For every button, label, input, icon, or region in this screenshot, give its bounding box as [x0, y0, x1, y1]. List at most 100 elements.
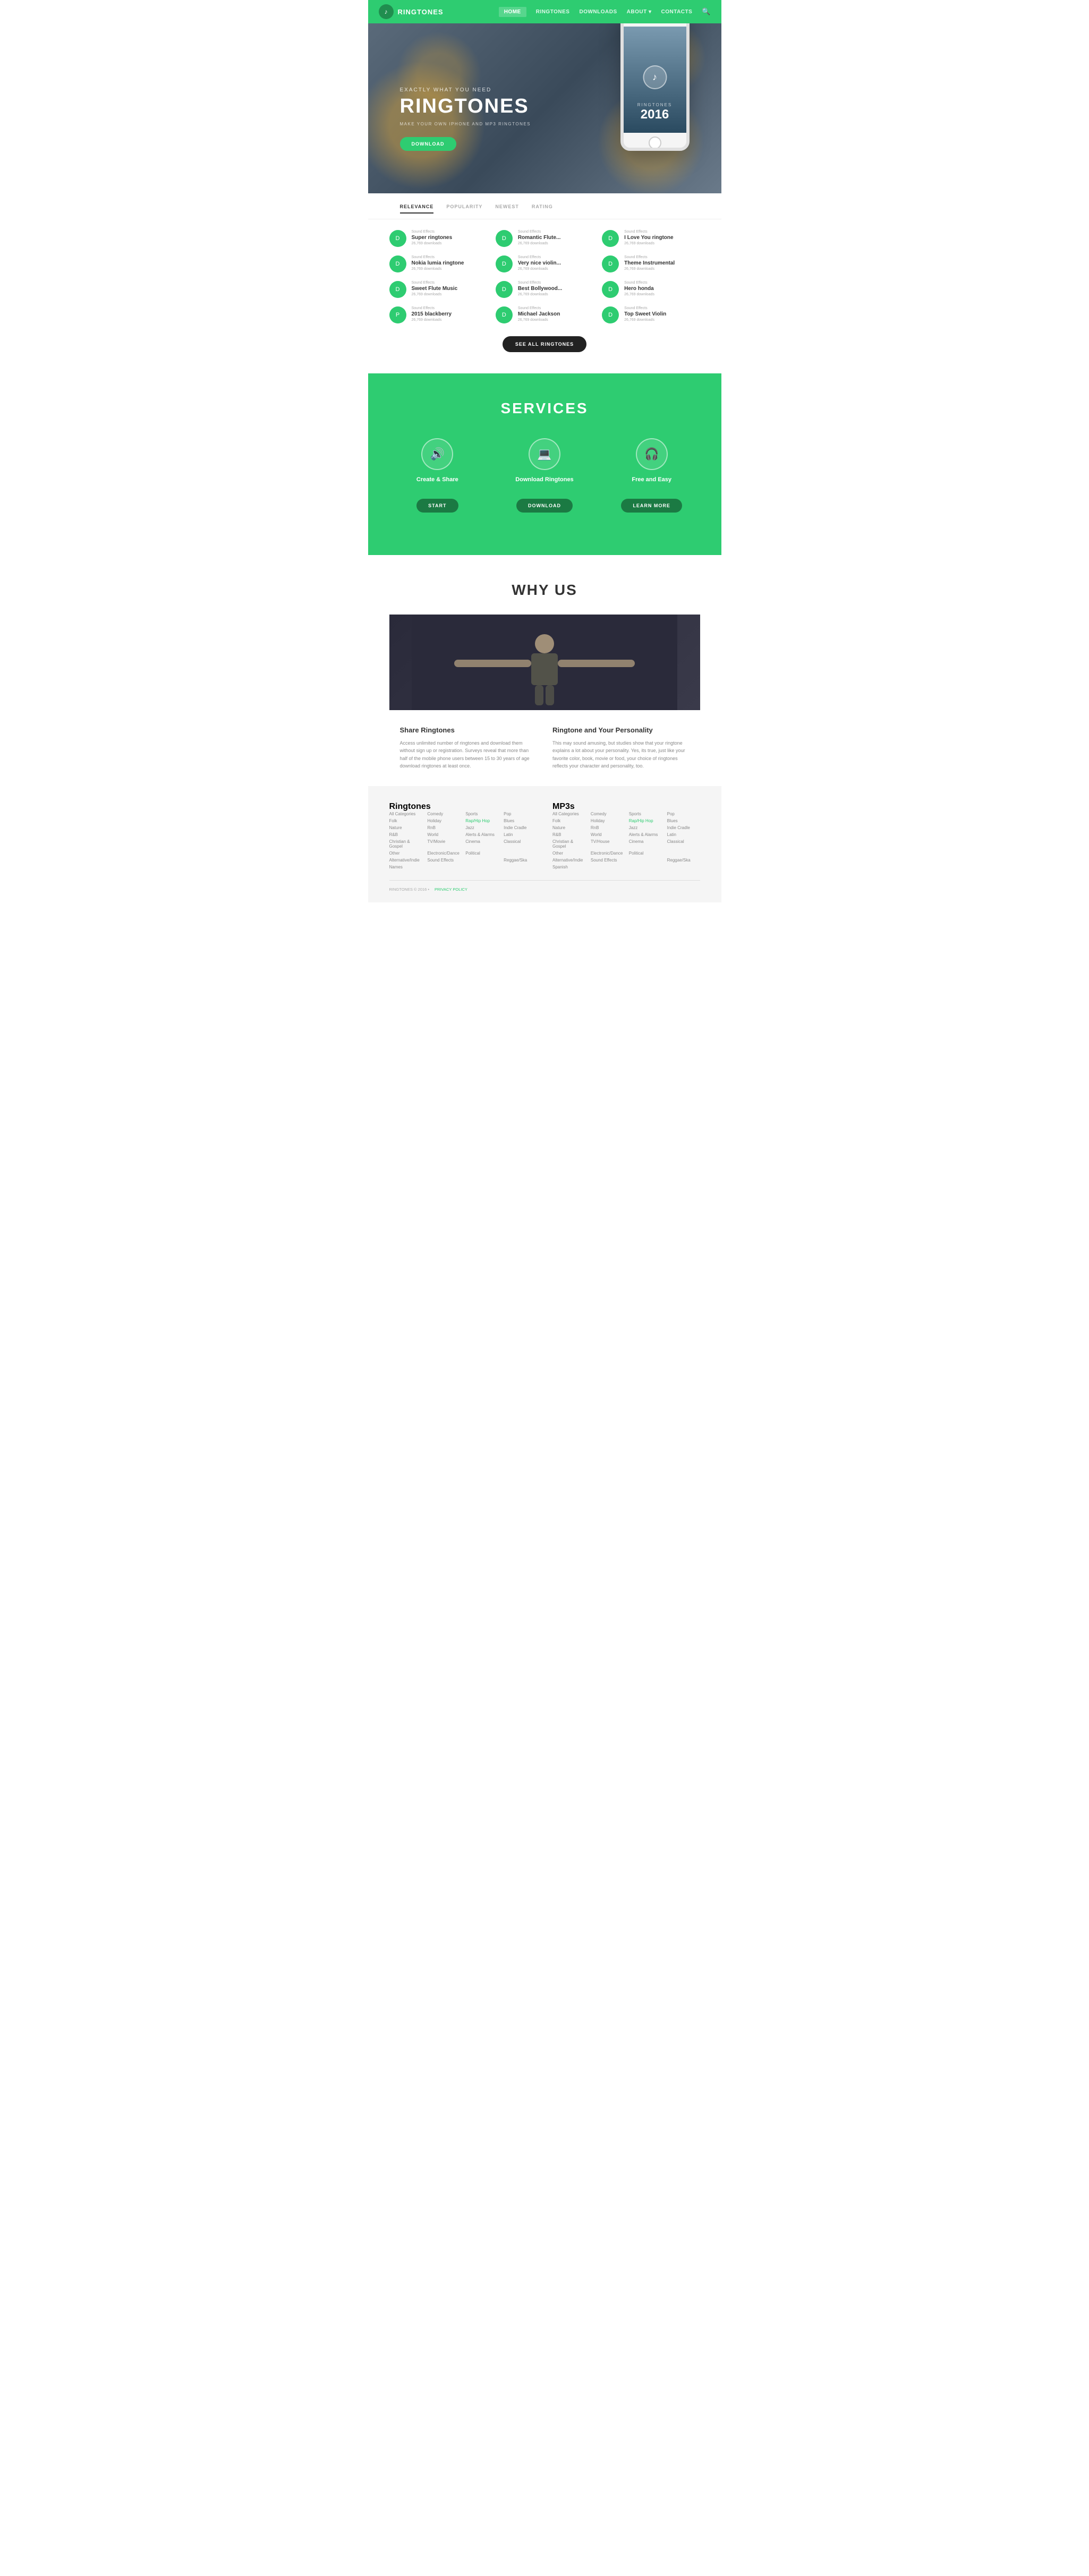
footer-ringtone-link[interactable]: Folk	[389, 818, 422, 823]
footer-ringtone-link[interactable]: Electronic/Dance	[427, 851, 460, 856]
footer-ringtone-link[interactable]: Cinema	[465, 839, 498, 849]
footer-ringtone-link[interactable]: Indie Cradle	[504, 825, 537, 830]
footer-ringtone-link[interactable]: World	[427, 832, 460, 837]
footer-mp3-link[interactable]: Comedy	[591, 812, 624, 816]
footer-mp3-link[interactable]: Reggae/Ska	[667, 858, 700, 863]
sort-relevance[interactable]: RELEVANCE	[400, 204, 434, 214]
footer-ringtone-link[interactable]: Comedy	[427, 812, 460, 816]
nav-ringtones[interactable]: RINGTONES	[536, 9, 570, 15]
nav-brand-title: RINGTONES	[398, 8, 444, 16]
phone-bottom	[624, 133, 686, 151]
download-button[interactable]: DOWNLOAD	[400, 137, 456, 151]
sort-newest[interactable]: NEWEST	[495, 204, 519, 214]
footer-mp3-link[interactable]: Pop	[667, 812, 700, 816]
footer-mp3-link[interactable]: TV/House	[591, 839, 624, 849]
footer-ringtone-link[interactable]: RnB	[427, 825, 460, 830]
footer-mp3-link[interactable]: Other	[552, 851, 585, 856]
footer-mp3-link[interactable]: Cinema	[629, 839, 662, 849]
footer-mp3-link[interactable]: Sports	[629, 812, 662, 816]
nav-home[interactable]: HOME	[499, 7, 526, 17]
footer-ringtone-link[interactable]: Holiday	[427, 818, 460, 823]
footer-mp3-link[interactable]: Holiday	[591, 818, 624, 823]
footer-mp3-link[interactable]: All Categories	[552, 812, 585, 816]
footer-mp3-link[interactable]: Folk	[552, 818, 585, 823]
hero-description: MAKE YOUR OWN IPHONE AND MP3 RINGTONES	[400, 122, 531, 126]
phone-year: 2016	[641, 107, 669, 122]
footer-ringtone-link[interactable]: Latin	[504, 832, 537, 837]
footer-ringtone-link[interactable]: Sports	[465, 812, 498, 816]
footer-ringtone-link[interactable]: TV/Movie	[427, 839, 460, 849]
ringtone-item[interactable]: D Sound Effects Sweet Flute Music 26,769…	[389, 281, 487, 298]
nav-about[interactable]: ABOUT ▾	[627, 9, 652, 15]
footer-mp3-link[interactable]: Indie Cradle	[667, 825, 700, 830]
sort-rating[interactable]: RATING	[532, 204, 553, 214]
footer-mp3-link[interactable]: Blues	[667, 818, 700, 823]
footer-mp3-link[interactable]: Political	[629, 851, 662, 856]
footer-ringtone-link[interactable]: Alerts & Alarms	[465, 832, 498, 837]
footer-ringtone-link[interactable]: Blues	[504, 818, 537, 823]
footer-mp3-link[interactable]: Jazz	[629, 825, 662, 830]
ringtone-item[interactable]: D Sound Effects Hero honda 26,769 downlo…	[602, 281, 700, 298]
ringtone-item[interactable]: D Sound Effects Theme Instrumental 26,76…	[602, 255, 700, 272]
ringtone-item[interactable]: P Sound Effects 2015 blackberry 26,769 d…	[389, 306, 487, 323]
start-button[interactable]: START	[416, 499, 458, 513]
ringtone-name: Hero honda	[624, 286, 654, 292]
footer-ringtone-link[interactable]: Reggae/Ska	[504, 858, 537, 863]
footer-mp3-link	[629, 858, 662, 863]
footer-mp3-link[interactable]: Classical	[667, 839, 700, 849]
ringtone-play-icon: P	[389, 306, 406, 323]
footer-mp3-link[interactable]: Alternative/Indie	[552, 858, 585, 863]
sort-popularity[interactable]: POPULARITY	[446, 204, 482, 214]
ringtone-downloads: 26,769 downloads	[518, 293, 562, 296]
ringtone-play-icon: D	[496, 230, 513, 247]
nav-contacts[interactable]: CONTACTS	[661, 9, 693, 15]
footer-ringtone-link[interactable]: Alternative/Indie	[389, 858, 422, 863]
footer-ringtone-link[interactable]: Jazz	[465, 825, 498, 830]
hero-content: Exactly what you need RINGTONES MAKE YOU…	[368, 66, 531, 151]
see-all-button[interactable]: SEE ALL RINGTONES	[503, 336, 586, 352]
service-download-button[interactable]: DOWNLOAD	[516, 499, 573, 513]
footer-mp3-link[interactable]: Latin	[667, 832, 700, 837]
footer-ringtone-link[interactable]: Political	[465, 851, 498, 856]
footer-privacy[interactable]: PRIVACY POLICY	[435, 887, 467, 892]
footer-ringtone-link[interactable]: Rap/Hip Hop	[465, 818, 498, 823]
footer-mp3-link[interactable]: Electronic/Dance	[591, 851, 624, 856]
footer-mp3-link[interactable]: RnB	[591, 825, 624, 830]
footer-ringtone-link[interactable]: Christian & Gospel	[389, 839, 422, 849]
footer-mp3-links: All Categories Comedy Sports Pop Folk Holiday…	[552, 812, 700, 869]
footer-ringtone-link[interactable]: R&B	[389, 832, 422, 837]
footer-mp3-link[interactable]: Christian & Gospel	[552, 839, 585, 849]
footer-mp3-link[interactable]: Rap/Hip Hop	[629, 818, 662, 823]
footer-ringtone-link[interactable]: Nature	[389, 825, 422, 830]
footer-mp3-link[interactable]: Alerts & Alarms	[629, 832, 662, 837]
ringtone-item[interactable]: D Sound Effects Nokia lumia ringtone 26,…	[389, 255, 487, 272]
ringtone-item[interactable]: D Sound Effects Best Bollywood... 26,769…	[496, 281, 593, 298]
ringtone-item[interactable]: D Sound Effects Michael Jackson 26,769 d…	[496, 306, 593, 323]
footer-mp3-link[interactable]: Sound Effects	[591, 858, 624, 863]
footer-ringtone-link[interactable]: Sound Effects	[427, 858, 460, 863]
footer-mp3-link[interactable]: R&B	[552, 832, 585, 837]
ringtone-downloads: 26,769 downloads	[412, 242, 453, 245]
ringtone-item[interactable]: D Sound Effects Very nice violin... 26,7…	[496, 255, 593, 272]
service-download: 💻 Download Ringtones	[496, 438, 593, 483]
ringtone-play-icon: D	[602, 281, 619, 298]
ringtone-item[interactable]: D Sound Effects Top Sweet Violin 26,769 …	[602, 306, 700, 323]
footer-mp3-link[interactable]: World	[591, 832, 624, 837]
ringtone-item[interactable]: D Sound Effects I Love You ringtone 26,7…	[602, 230, 700, 247]
footer-mp3-link	[667, 851, 700, 856]
learn-more-button[interactable]: LEARN MORE	[621, 499, 682, 513]
footer-mp3-link[interactable]: Nature	[552, 825, 585, 830]
ringtone-item[interactable]: D Sound Effects Super ringtones 26,769 d…	[389, 230, 487, 247]
footer-ringtone-link[interactable]: Classical	[504, 839, 537, 849]
footer-ringtone-link[interactable]: Pop	[504, 812, 537, 816]
search-icon[interactable]: 🔍	[702, 7, 710, 16]
footer-ringtone-link[interactable]: Other	[389, 851, 422, 856]
ringtone-downloads: 26,769 downloads	[412, 267, 464, 271]
footer-mp3-link[interactable]: Spanish	[552, 865, 585, 869]
ringtone-item[interactable]: D Sound Effects Romantic Flute... 26,769…	[496, 230, 593, 247]
why-us-personality: Ringtone and Your Personality This may s…	[552, 726, 690, 770]
footer-ringtone-link[interactable]: Names	[389, 865, 422, 869]
ringtone-name: Top Sweet Violin	[624, 311, 666, 317]
nav-downloads[interactable]: DOWNLOADS	[579, 9, 617, 15]
footer-ringtone-link[interactable]: All Categories	[389, 812, 422, 816]
